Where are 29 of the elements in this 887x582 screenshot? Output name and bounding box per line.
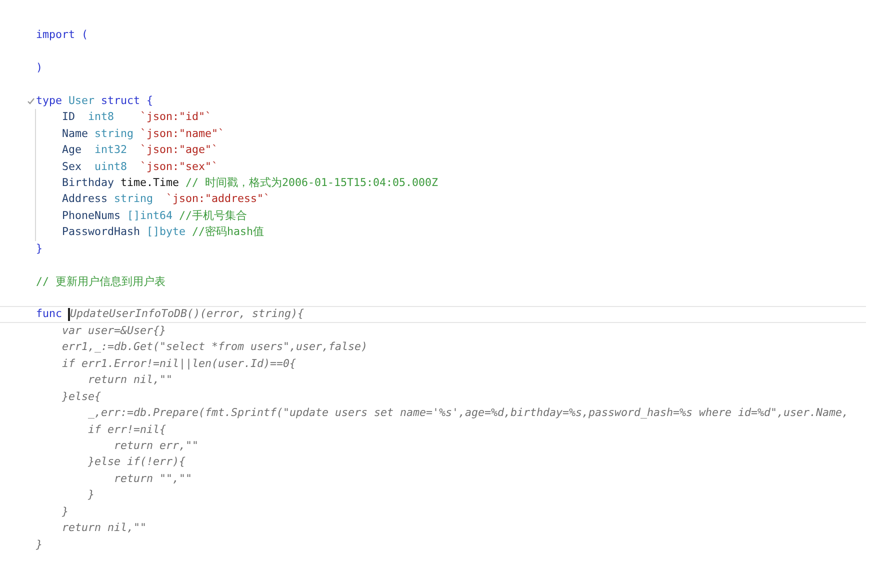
code-line: if err!=nil{ <box>87 422 166 438</box>
code-line: } <box>36 536 43 553</box>
code-line: PasswordHash []byte //密码hash值 <box>61 224 264 240</box>
code-line: Sex uint8 `json:"sex"` <box>61 158 218 174</box>
code-line: func UpdateUserInfoToDB()(error, string){ <box>36 307 304 322</box>
code-line: return nil,"" <box>61 520 147 536</box>
code-line: Name string `json:"name"` <box>61 126 225 142</box>
code-line: ) <box>36 60 43 76</box>
code-line: return "","" <box>113 470 192 487</box>
code-line: Address string `json:"address"` <box>61 191 270 208</box>
code-line: _,err:=db.Prepare(fmt.Sprintf("update users set name='%s',age=%d,birthday=%s,password_hash=%s where id=%d",user.Name, <box>87 405 849 422</box>
code-line: } <box>36 240 43 257</box>
code-line: } <box>87 487 95 504</box>
code-line: if err1.Error!=nil||len(user.Id)==0{ <box>61 356 296 372</box>
code-line: return err,"" <box>113 438 199 454</box>
fold-icon[interactable] <box>27 96 35 105</box>
code-line: } <box>61 504 69 520</box>
code-line: import ( <box>36 27 88 43</box>
code-line: PhoneNums []int64 //手机号集合 <box>61 208 248 224</box>
code-line: Birthday time.Time // 时间戳，格式为2006-01-15T15:04:05.000Z <box>61 174 438 191</box>
code-line: var user=&User{} <box>61 322 166 339</box>
code-line: type User struct { <box>36 92 154 109</box>
code-line: // 更新用户信息到用户表 <box>36 274 166 290</box>
code-line: }else if(!err){ <box>87 454 186 470</box>
code-line: }else{ <box>61 388 102 405</box>
code-line: ID int8 `json:"id"` <box>61 109 212 126</box>
code-line: err1,_:=db.Get("select *from users",user,false) <box>61 339 368 356</box>
code-line: Age int32 `json:"age"` <box>61 142 218 158</box>
code-line: return nil,"" <box>87 372 173 388</box>
